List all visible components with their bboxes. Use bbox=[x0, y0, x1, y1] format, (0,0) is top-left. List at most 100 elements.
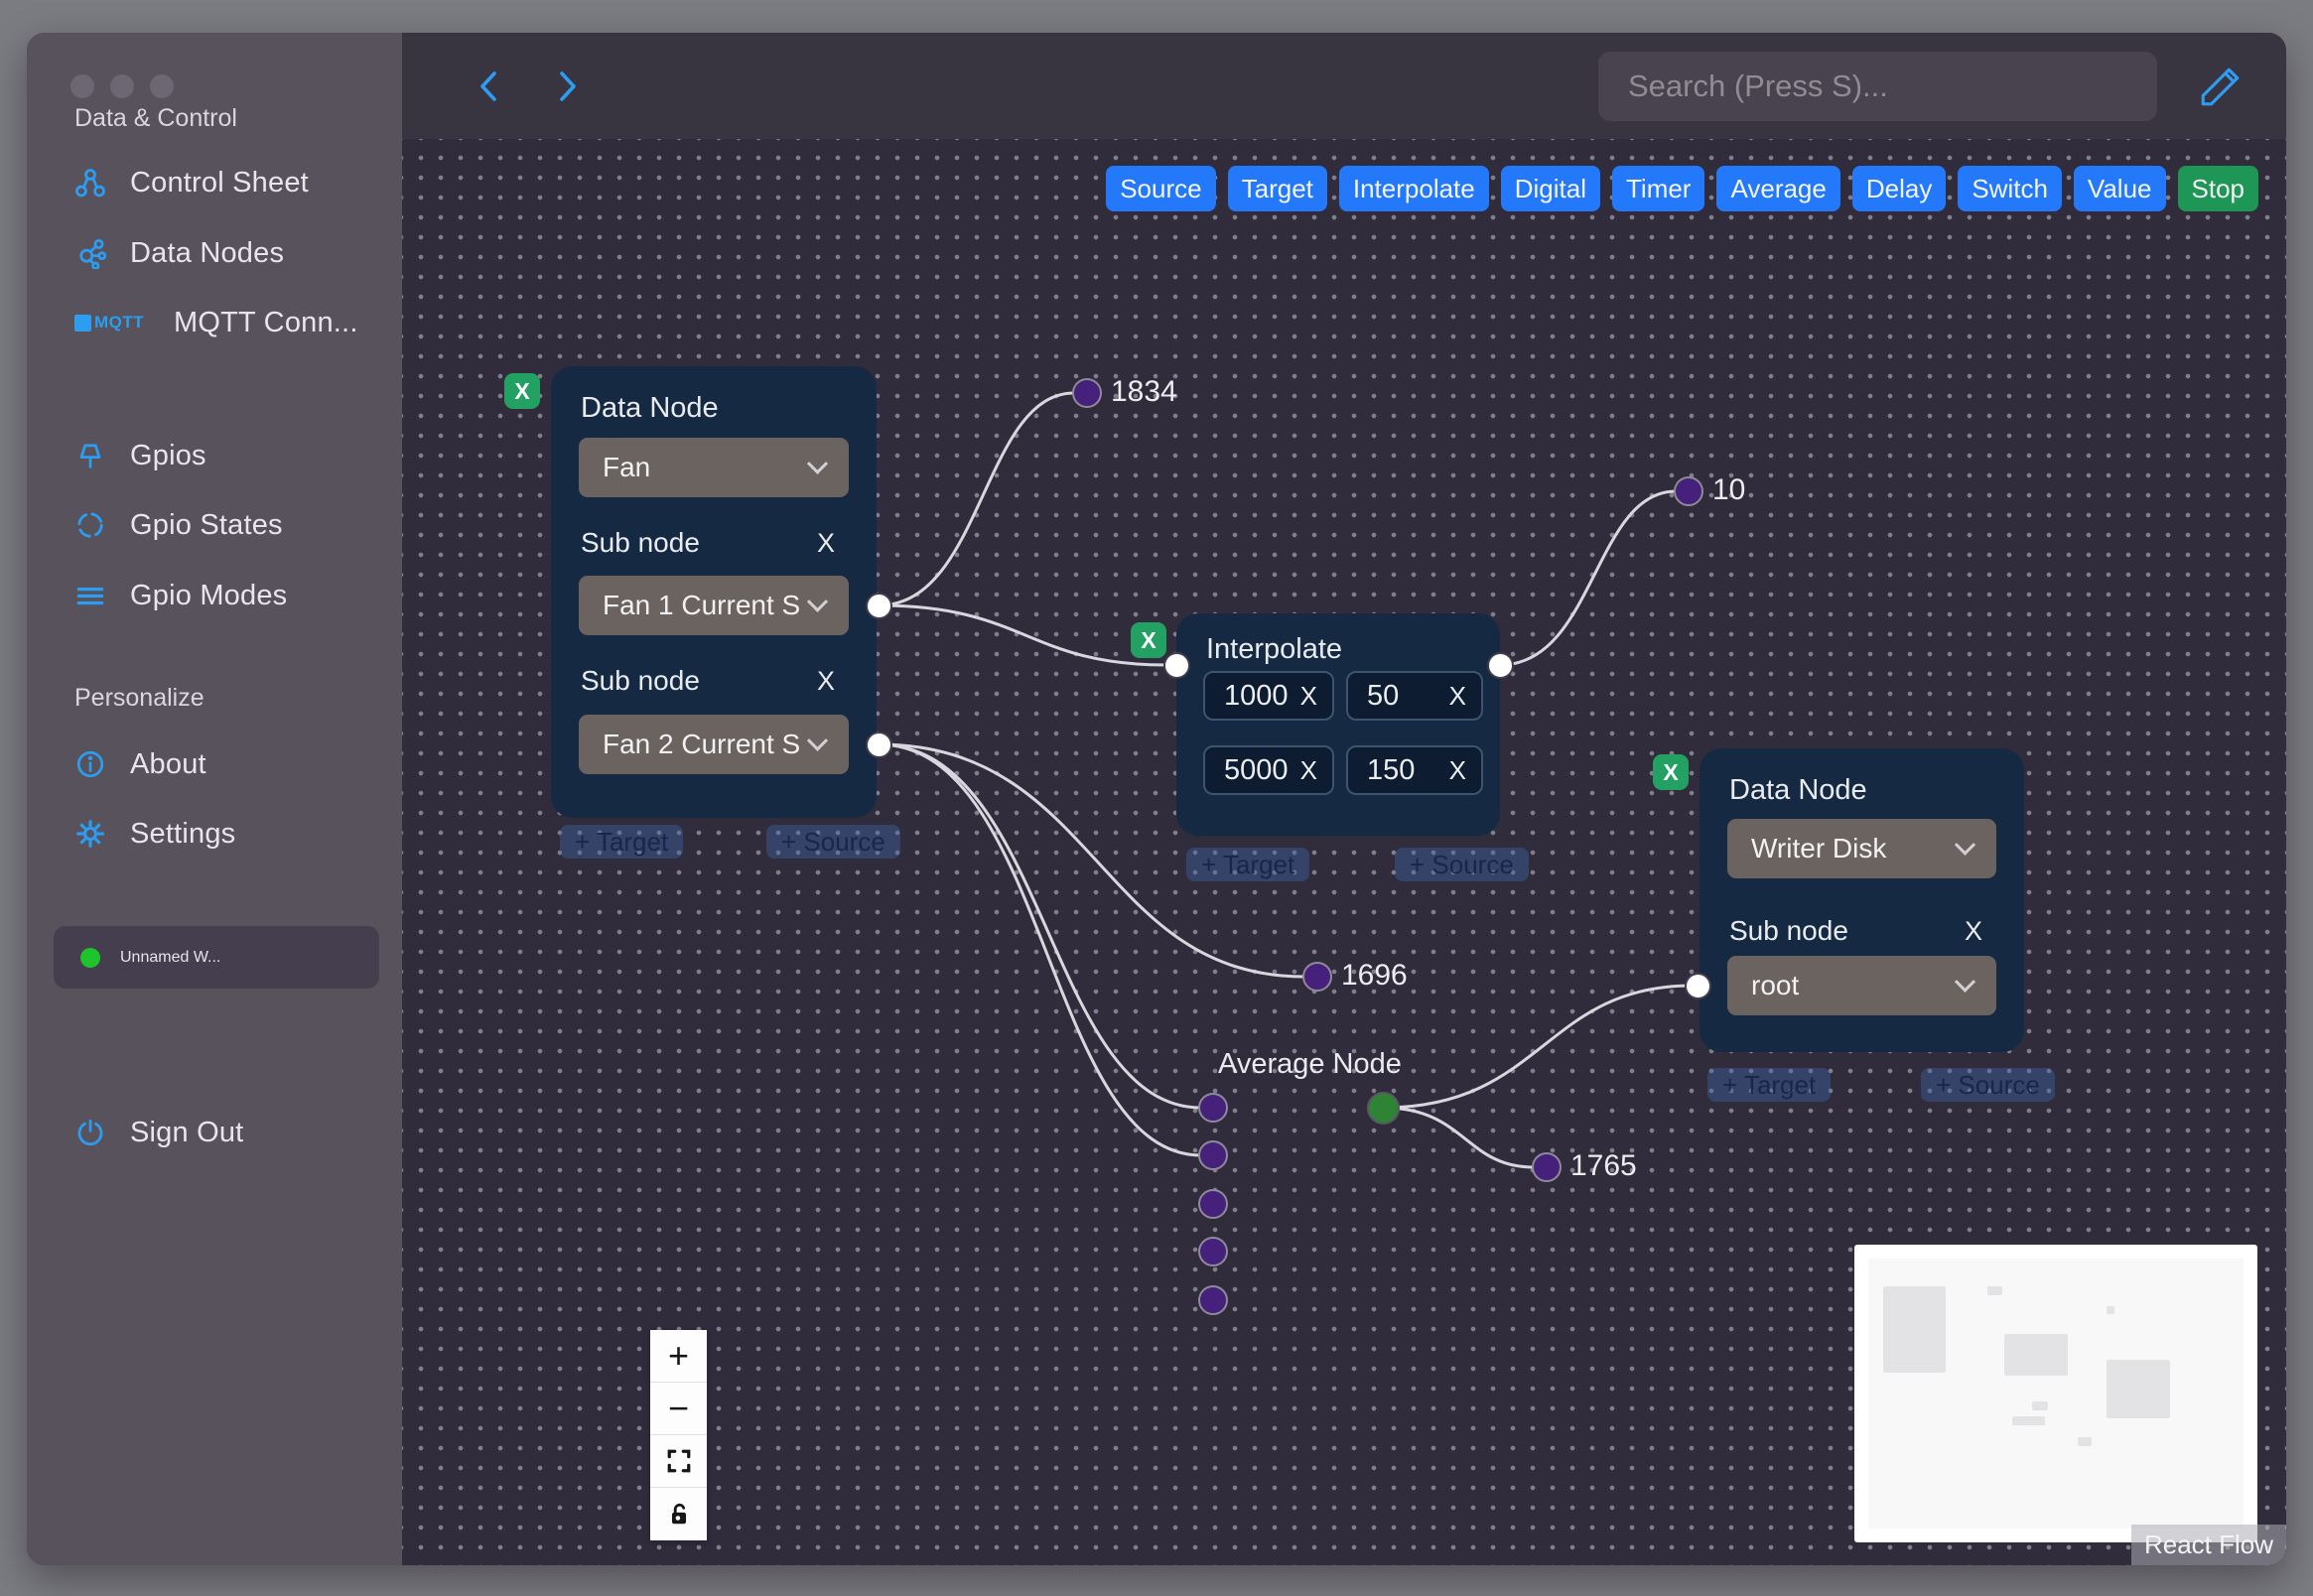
sidebar-item-gpio-states[interactable]: Gpio States bbox=[74, 503, 283, 547]
interpolate-value: 150 bbox=[1367, 753, 1416, 786]
value-remove-button[interactable]: X bbox=[1449, 681, 1466, 712]
window-minimize-button[interactable] bbox=[110, 74, 134, 98]
writer-target-handle[interactable] bbox=[1685, 973, 1711, 999]
sidebar-item-gpios[interactable]: Gpios bbox=[74, 434, 206, 477]
palette-button-stop[interactable]: Stop bbox=[2177, 166, 2258, 211]
sidebar-item-about[interactable]: About bbox=[74, 742, 206, 786]
palette-button-interpolate[interactable]: Interpolate bbox=[1338, 166, 1489, 211]
zoom-in-button[interactable]: + bbox=[650, 1330, 707, 1383]
palette-button-timer[interactable]: Timer bbox=[1612, 166, 1705, 211]
writer-subnode-row: Sub node X bbox=[1729, 915, 1982, 947]
average-target-handle-5[interactable] bbox=[1198, 1285, 1228, 1315]
average-target-handle-4[interactable] bbox=[1198, 1237, 1228, 1266]
interpolate-node-delete-button[interactable]: X bbox=[1131, 622, 1166, 658]
minimap-node bbox=[2004, 1334, 2068, 1376]
flow-canvas[interactable]: Source Target Interpolate Digital Timer … bbox=[402, 139, 2286, 1565]
sidebar-item-gpio-modes[interactable]: Gpio Modes bbox=[74, 574, 287, 617]
fit-view-button[interactable] bbox=[650, 1435, 707, 1488]
minimap-node bbox=[2107, 1306, 2114, 1314]
average-target-handle-2[interactable] bbox=[1198, 1140, 1228, 1170]
value-remove-button[interactable]: X bbox=[1300, 755, 1317, 786]
interpolate-add-source-chip[interactable]: + Source bbox=[1395, 848, 1529, 881]
interpolate-value-box-3[interactable]: 5000 X bbox=[1203, 745, 1334, 795]
forward-button[interactable] bbox=[553, 68, 583, 104]
interpolate-node[interactable]: Interpolate 1000 X 50 X 5000 X 150 X bbox=[1176, 613, 1500, 836]
pin-icon bbox=[74, 440, 106, 471]
sidebar-item-settings[interactable]: Settings bbox=[74, 812, 235, 856]
mqtt-icon-square bbox=[74, 314, 91, 332]
control-sheet-icon bbox=[74, 167, 106, 199]
lock-button[interactable] bbox=[650, 1488, 707, 1540]
sidebar-item-label: About bbox=[130, 747, 206, 780]
workspace-label: Unnamed W... bbox=[120, 948, 221, 966]
writer-data-node[interactable]: Data Node Writer Disk Sub node X root bbox=[1700, 748, 2024, 1052]
edit-pencil-button[interactable] bbox=[2195, 61, 2246, 112]
sidebar-item-control-sheet[interactable]: Control Sheet bbox=[74, 161, 309, 204]
average-target-handle-3[interactable] bbox=[1198, 1189, 1228, 1219]
fan-add-target-chip[interactable]: + Target bbox=[560, 825, 684, 859]
chevron-down-icon bbox=[806, 591, 829, 612]
chevron-down-icon bbox=[1954, 834, 1976, 856]
back-button[interactable] bbox=[474, 68, 503, 104]
react-flow-attribution[interactable]: React Flow bbox=[2130, 1525, 2286, 1565]
interpolate-target-handle[interactable] bbox=[1163, 652, 1190, 679]
palette-button-switch[interactable]: Switch bbox=[1958, 166, 2062, 211]
minimap-node bbox=[1883, 1286, 1946, 1373]
fan-subnode2-select[interactable]: Fan 2 Current Spe bbox=[579, 715, 849, 774]
fan-node-delete-button[interactable]: X bbox=[504, 373, 540, 409]
chevron-down-icon bbox=[1954, 971, 1976, 993]
value-remove-button[interactable]: X bbox=[1300, 681, 1317, 712]
fan-subnode1-value: Fan 1 Current Spe bbox=[603, 590, 800, 620]
fan-subnode1-select[interactable]: Fan 1 Current Spe bbox=[579, 576, 849, 635]
subnode2-remove-button[interactable]: X bbox=[817, 666, 835, 697]
sidebar-item-mqtt[interactable]: MQTT MQTT Conn... bbox=[74, 301, 358, 344]
fan-add-source-chip[interactable]: + Source bbox=[766, 825, 900, 859]
subnode-remove-button[interactable]: X bbox=[1965, 916, 1982, 947]
main-area: Source Target Interpolate Digital Timer … bbox=[402, 33, 2286, 1565]
writer-node-delete-button[interactable]: X bbox=[1653, 754, 1689, 790]
average-target-handle-1[interactable] bbox=[1198, 1093, 1228, 1123]
value-endpoint-dot bbox=[1302, 962, 1332, 992]
dashed-circle-icon bbox=[74, 509, 106, 541]
sidebar-item-label: Gpios bbox=[130, 439, 206, 471]
writer-type-select[interactable]: Writer Disk bbox=[1727, 819, 1996, 878]
window-close-button[interactable] bbox=[70, 74, 94, 98]
subnode-label: Sub node bbox=[581, 665, 700, 696]
interpolate-add-target-chip[interactable]: + Target bbox=[1186, 848, 1310, 881]
interpolate-value-box-1[interactable]: 1000 X bbox=[1203, 671, 1334, 721]
interpolate-value-box-2[interactable]: 50 X bbox=[1346, 671, 1483, 721]
sidebar-item-sign-out[interactable]: Sign Out bbox=[74, 1111, 243, 1154]
palette-button-delay[interactable]: Delay bbox=[1851, 166, 1947, 211]
palette-button-source[interactable]: Source bbox=[1106, 166, 1216, 211]
search-input[interactable] bbox=[1598, 51, 2157, 121]
interpolate-source-handle[interactable] bbox=[1487, 652, 1514, 679]
palette-button-average[interactable]: Average bbox=[1716, 166, 1840, 211]
writer-add-target-chip[interactable]: + Target bbox=[1707, 1068, 1832, 1102]
fan-subnode1-source-handle[interactable] bbox=[866, 593, 892, 619]
lines-icon bbox=[74, 580, 106, 611]
palette-button-digital[interactable]: Digital bbox=[1500, 166, 1600, 211]
fan-data-node[interactable]: Data Node Fan Sub node X Fan 1 Current S… bbox=[551, 366, 877, 818]
palette-button-value[interactable]: Value bbox=[2073, 166, 2166, 211]
fan-type-select[interactable]: Fan bbox=[579, 438, 849, 497]
zoom-out-button[interactable]: − bbox=[650, 1383, 707, 1435]
window-zoom-button[interactable] bbox=[150, 74, 174, 98]
value-remove-button[interactable]: X bbox=[1449, 755, 1466, 786]
minimap-node bbox=[2032, 1401, 2048, 1410]
minimap[interactable] bbox=[1854, 1245, 2257, 1542]
sidebar-item-label: Data Nodes bbox=[130, 236, 285, 269]
interpolate-value-box-4[interactable]: 150 X bbox=[1346, 745, 1483, 795]
minimap-node bbox=[2012, 1416, 2045, 1425]
fan-subnode2-source-handle[interactable] bbox=[866, 732, 892, 758]
value-endpoint-dot bbox=[1674, 476, 1703, 506]
fan-subnode2-row: Sub node X bbox=[581, 665, 835, 697]
window-traffic-lights bbox=[70, 74, 174, 98]
average-source-handle[interactable] bbox=[1367, 1092, 1400, 1125]
palette-button-target[interactable]: Target bbox=[1227, 166, 1327, 211]
sidebar-item-workspace-active[interactable]: Unnamed W... bbox=[54, 926, 379, 989]
sidebar-item-data-nodes[interactable]: Data Nodes bbox=[74, 231, 284, 275]
node-title: Data Node bbox=[581, 392, 719, 424]
writer-add-source-chip[interactable]: + Source bbox=[1921, 1068, 2055, 1102]
subnode1-remove-button[interactable]: X bbox=[817, 528, 835, 559]
writer-subnode-select[interactable]: root bbox=[1727, 956, 1996, 1015]
